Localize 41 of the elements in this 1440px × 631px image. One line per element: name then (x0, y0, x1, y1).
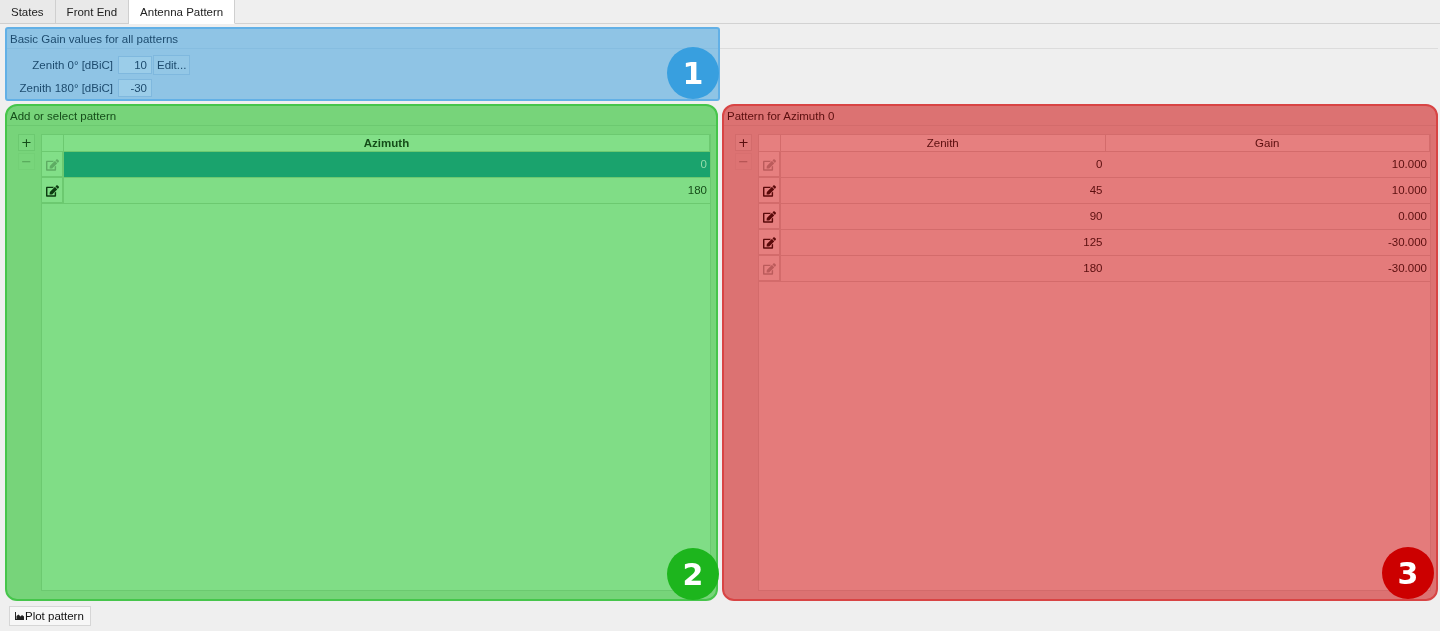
add-button[interactable]: + (735, 134, 752, 151)
edit-icon (763, 158, 776, 171)
number-field[interactable]: 10 (118, 56, 152, 74)
callout-badge: 2 (667, 548, 719, 600)
area-chart-icon (15, 612, 24, 620)
panel-title: Add or select pattern (7, 106, 716, 126)
row-edit-button[interactable] (759, 230, 781, 255)
tab[interactable]: States (0, 0, 56, 24)
field-label: Zenith 0° [dBiC] (32, 59, 113, 71)
edit-icon (763, 210, 776, 223)
table-cell[interactable]: 125 (781, 230, 1106, 255)
table-cell[interactable]: 0.000 (1105, 204, 1430, 229)
number-field[interactable]: -30 (118, 79, 152, 97)
tab[interactable]: Antenna Pattern (129, 0, 236, 24)
field-label: Zenith 180° [dBiC] (19, 82, 113, 94)
table-cell[interactable]: 180 (64, 178, 710, 203)
edit-icon (763, 236, 776, 249)
edit-button[interactable]: Edit... (153, 55, 191, 75)
table-cell[interactable]: 10.000 (1105, 178, 1430, 203)
table-cell[interactable]: 45 (781, 178, 1106, 203)
row-edit-button[interactable] (759, 178, 781, 203)
edit-icon (46, 184, 59, 197)
table-cell[interactable]: 10.000 (1105, 152, 1430, 177)
edit-icon (763, 262, 776, 275)
table-cell[interactable]: 90 (781, 204, 1106, 229)
table-cell[interactable]: -30.000 (1105, 230, 1430, 255)
column-header[interactable]: Zenith (781, 135, 1106, 151)
callout-badge: 1 (667, 47, 719, 99)
panel-title: Basic Gain values for all patterns (7, 29, 718, 49)
row-edit-button[interactable] (759, 204, 781, 229)
edit-icon (763, 184, 776, 197)
tab[interactable]: Front End (55, 0, 130, 24)
table-cell[interactable]: -30.000 (1105, 256, 1430, 281)
edit-icon (46, 158, 59, 171)
add-button[interactable]: + (18, 134, 35, 151)
plot-button[interactable]: Plot pattern (9, 606, 91, 626)
column-header[interactable]: Gain (1105, 135, 1430, 151)
table-cell[interactable]: 180 (781, 256, 1106, 281)
table-cell[interactable]: 0 (781, 152, 1106, 177)
row-edit-button[interactable] (42, 178, 64, 203)
panel-title: Pattern for Azimuth 0 (724, 106, 1436, 126)
